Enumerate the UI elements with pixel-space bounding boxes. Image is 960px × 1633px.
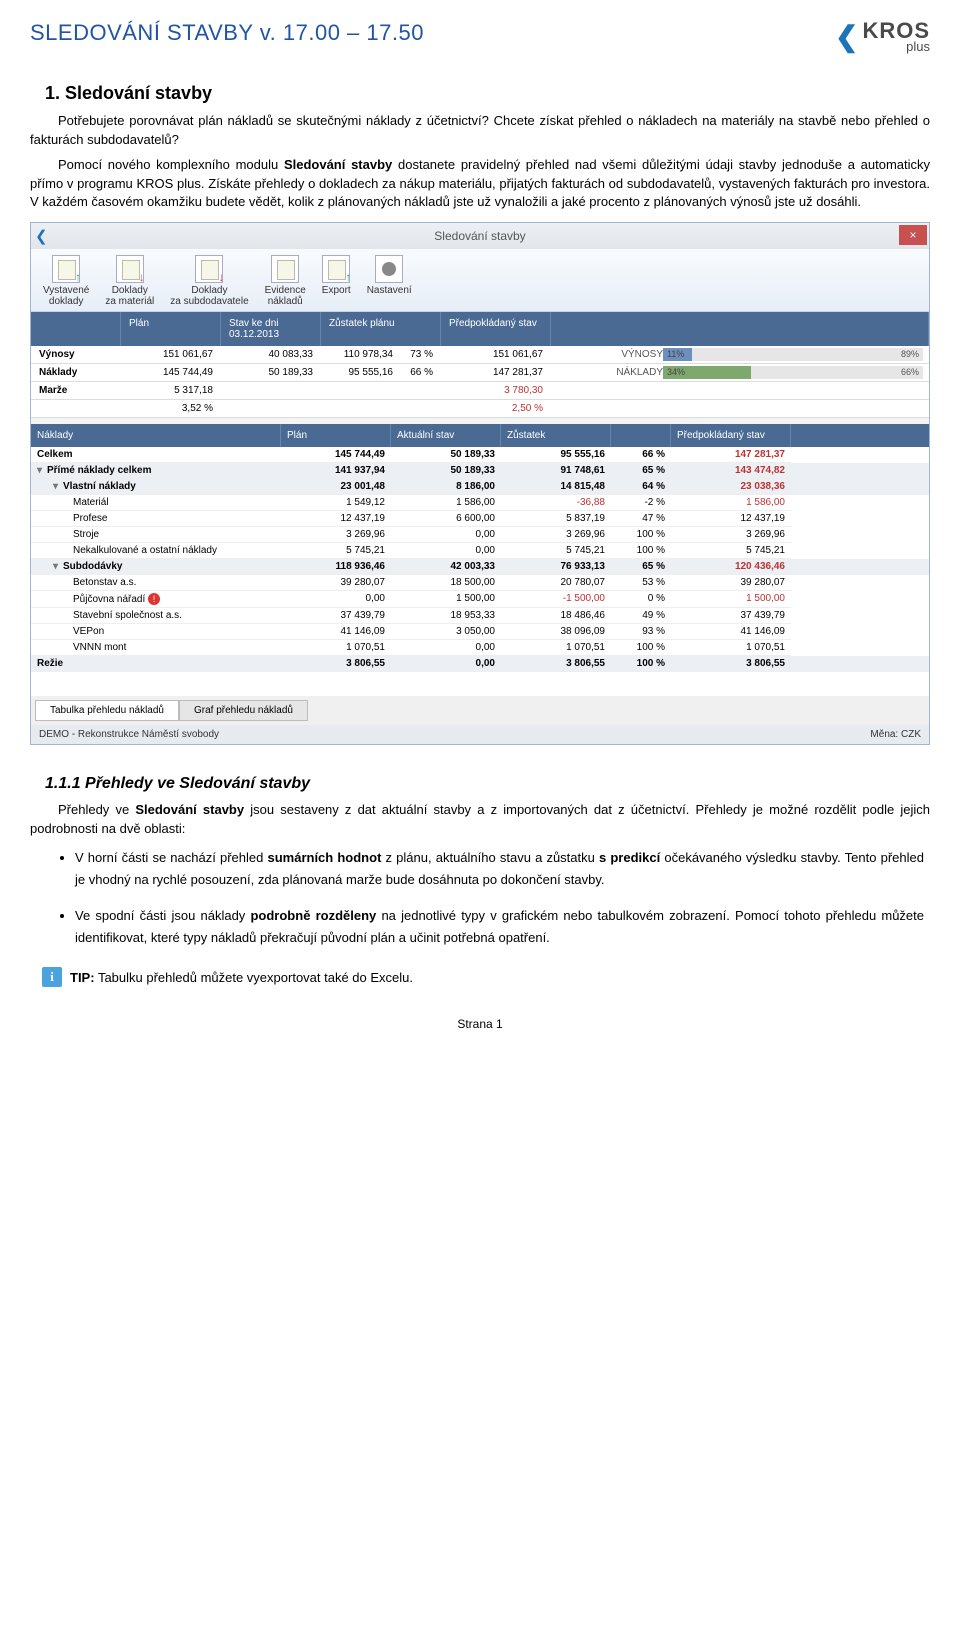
info-icon: i [42,967,62,987]
cost-row-betonstav[interactable]: Betonstav a.s.39 280,0718 500,0020 780,0… [31,575,929,591]
cost-row-profese[interactable]: Profese12 437,196 600,005 837,1947 %12 4… [31,511,929,527]
tool-export[interactable]: Export [314,253,359,309]
summary-row-marze: Marže5 317,183 780,30 [31,382,929,400]
cost-row-prime[interactable]: ▾Přímé náklady celkem141 937,9450 189,33… [31,463,929,479]
cost-row-pujcovna[interactable]: Půjčovna nářadí !0,001 500,00-1 500,000 … [31,591,929,608]
gear-icon [375,255,403,283]
summary-row-naklady: Náklady145 744,4950 189,3395 555,1666 %1… [31,364,929,382]
cost-row-stroje[interactable]: Stroje3 269,960,003 269,96100 %3 269,96 [31,527,929,543]
doc-edit-icon [271,255,299,283]
cost-row-celkem[interactable]: Celkem145 744,4950 189,3395 555,1666 %14… [31,447,929,463]
tab-tabulka[interactable]: Tabulka přehledu nákladů [35,700,179,721]
tool-nastaveni[interactable]: Nastavení [359,253,420,309]
close-button[interactable]: × [899,225,927,245]
list-item: V horní části se nachází přehled sumární… [75,847,930,891]
section-1-heading: 1. Sledování stavby [45,83,930,104]
document-header: SLEDOVÁNÍ STAVBY v. 17.00 – 17.50 ❮ KROS… [30,20,930,53]
tool-doklady-subdodavatele[interactable]: Doklady za subdodavatele [162,253,256,309]
tool-doklady-material[interactable]: Doklady za materiál [97,253,162,309]
document-title: SLEDOVÁNÍ STAVBY v. 17.00 – 17.50 [30,20,424,46]
list-item: Ve spodní části jsou náklady podrobně ro… [75,905,930,949]
bottom-tabs: Tabulka přehledu nákladů Graf přehledu n… [31,696,929,725]
section-1-1-1-heading: 1.1.1 Přehledy ve Sledování stavby [45,775,930,793]
page-footer: Strana 1 [30,1017,930,1031]
status-project: DEMO - Rekonstrukce Náměstí svobody [39,729,219,740]
app-title: Sledování stavby [31,223,929,249]
col-predpokladany: Předpokládaný stav [441,312,551,346]
caret-down-icon[interactable]: ▾ [53,481,63,492]
toolbar: Vystavené doklady Doklady za materiál Do… [31,249,929,312]
cost-row-stavebni[interactable]: Stavební společnost a.s.37 439,7918 953,… [31,608,929,624]
app-titlebar: ❮ Sledování stavby × [31,223,929,249]
s11-p1: Přehledy ve Sledování stavby jsou sestav… [30,801,930,839]
tip-row: i TIP: Tabulku přehledů můžete vyexporto… [42,967,930,987]
intro-p1: Potřebujete porovnávat plán nákladů se s… [30,112,930,150]
cost-row-vlastni[interactable]: ▾Vlastní náklady23 001,488 186,0014 815,… [31,479,929,495]
tip-text: TIP: Tabulku přehledů můžete vyexportova… [70,970,413,985]
doc-down-icon [116,255,144,283]
doc-up-icon [52,255,80,283]
progress-bar-vynosy: 11%89% [663,348,923,361]
back-icon[interactable]: ❮ [35,227,48,245]
col-plan: Plán [121,312,221,346]
logo-main: KROS [862,21,930,41]
warning-icon: ! [148,593,160,605]
summary-row-marze-pct: 3,52 %2,50 % [31,400,929,418]
doc-down-icon [195,255,223,283]
col-zustatek: Zůstatek plánu [321,312,441,346]
cost-row-vnnn[interactable]: VNNN mont1 070,510,001 070,51100 %1 070,… [31,640,929,656]
progress-bar-naklady: 34%66% [663,366,923,379]
app-screenshot: ❮ Sledování stavby × Vystavené doklady D… [30,222,930,745]
caret-down-icon[interactable]: ▾ [53,561,63,572]
col-stav: Stav ke dni 03.12.2013 [221,312,321,346]
cost-row-rezie[interactable]: Režie3 806,550,003 806,55100 %3 806,55 [31,656,929,672]
logo-arrow-icon: ❮ [835,20,858,53]
summary-row-vynosy: Výnosy151 061,6740 083,33110 978,3473 %1… [31,346,929,364]
summary-header: Plán Stav ke dni 03.12.2013 Zůstatek plá… [31,312,929,346]
cost-row-nekalk[interactable]: Nekalkulované a ostatní náklady5 745,210… [31,543,929,559]
export-icon [322,255,350,283]
status-bar: DEMO - Rekonstrukce Náměstí svobody Měna… [31,725,929,744]
caret-down-icon[interactable]: ▾ [37,465,47,476]
cost-row-subdod[interactable]: ▾Subdodávky118 936,4642 003,3376 933,136… [31,559,929,575]
bullet-list: V horní části se nachází přehled sumární… [75,847,930,949]
cost-row-material[interactable]: Materiál1 549,121 586,00-36,88-2 %1 586,… [31,495,929,511]
tool-vystavene-doklady[interactable]: Vystavené doklady [35,253,97,309]
status-currency: Měna: CZK [870,729,921,740]
tool-evidence-nakladu[interactable]: Evidence nákladů [257,253,314,309]
costs-header: NákladyPlánAktuální stavZůstatekPředpokl… [31,424,929,447]
intro-p2: Pomocí nového komplexního modulu Sledová… [30,156,930,213]
tab-graf[interactable]: Graf přehledu nákladů [179,700,308,721]
bar-label-vynosy: VÝNOSY [603,349,663,360]
kros-logo: ❮ KROS plus [835,20,930,53]
bar-label-naklady: NÁKLADY [603,367,663,378]
cost-row-vepon[interactable]: VEPon41 146,093 050,0038 096,0993 %41 14… [31,624,929,640]
